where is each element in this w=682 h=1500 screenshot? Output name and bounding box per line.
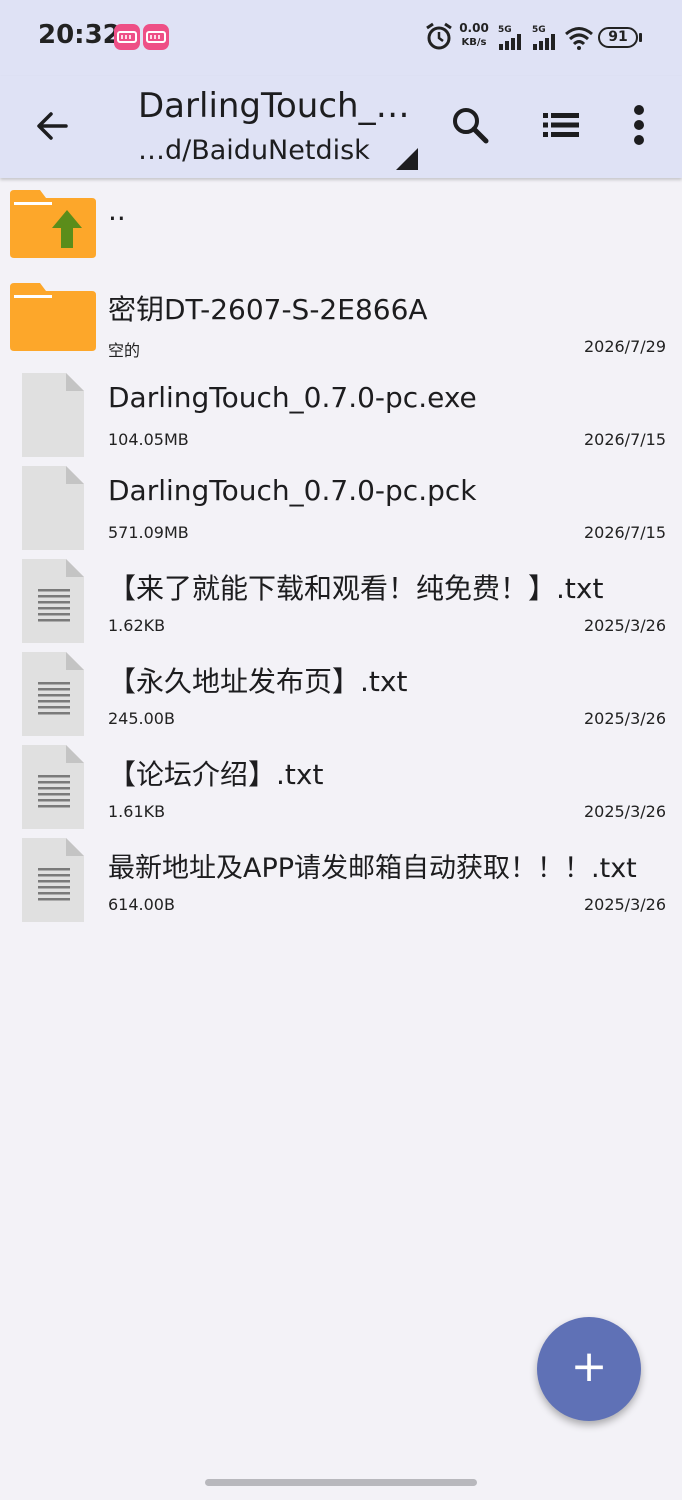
dropdown-triangle-icon[interactable] [396,148,418,174]
add-fab-button[interactable]: + [537,1317,641,1421]
toolbar-title[interactable]: DarlingTouch_… [138,86,410,126]
search-icon[interactable] [451,106,489,148]
status-time: 20:32 [38,20,121,50]
file-name: 最新地址及APP请发邮箱自动获取！！！.txt [108,853,637,884]
file-meta: 1.62KB [108,616,166,635]
battery-nub [639,33,642,42]
text-file-icon [22,838,84,926]
file-date: 2025/3/26 [583,709,666,728]
file-list: .. 密钥DT-2607-S-2E866A 空的 2026/7/29 Darli… [0,180,682,924]
list-item-file[interactable]: DarlingTouch_0.7.0-pc.pck 571.09MB 2026/… [0,459,682,552]
signal-icon [532,34,558,54]
file-name: 密钥DT-2607-S-2E866A [108,293,428,326]
signal-icon [498,34,524,54]
net-speed-unit: KB/s [461,37,487,48]
text-file-icon [22,652,84,740]
file-date: 2026/7/29 [583,337,666,356]
file-name: DarlingTouch_0.7.0-pc.exe [108,381,477,414]
file-name: .. [108,194,126,227]
file-date: 2025/3/26 [583,895,666,914]
net-speed: 0.00 KB/s [458,22,490,49]
list-item-parent-dir[interactable]: .. [0,180,682,273]
more-vert-icon[interactable] [632,104,646,150]
file-meta: 空的 [108,341,141,360]
text-file-icon [22,559,84,647]
folder-up-icon [10,190,96,262]
file-meta: 1.61KB [108,802,166,821]
list-view-icon[interactable] [543,113,579,141]
list-item-folder[interactable]: 密钥DT-2607-S-2E866A 空的 2026/7/29 [0,273,682,366]
list-item-text-file[interactable]: 【来了就能下载和观看！纯免费！】.txt 1.62KB 2025/3/26 [0,552,682,645]
file-meta: 571.09MB [108,523,189,542]
folder-icon [10,283,96,355]
wifi-icon [564,26,594,54]
file-date: 2025/3/26 [583,616,666,635]
alarm-icon [425,22,453,56]
file-name: 【来了就能下载和观看！纯免费！】.txt [108,572,604,605]
list-item-text-file[interactable]: 【永久地址发布页】.txt 245.00B 2025/3/26 [0,645,682,738]
app-notification-icon [143,24,169,50]
app-toolbar: DarlingTouch_… …d/BaiduNetdisk [0,76,682,178]
battery-icon: 91 [598,27,638,48]
file-date: 2026/7/15 [583,523,666,542]
status-bar: 20:32 0.00 KB/s 5G 5G 91 [0,0,682,76]
list-item-text-file[interactable]: 【论坛介绍】.txt 1.61KB 2025/3/26 [0,738,682,831]
file-meta: 614.00B [108,895,175,914]
toolbar-path[interactable]: …d/BaiduNetdisk [138,135,370,166]
app-notification-icon [114,24,140,50]
file-icon [22,373,84,461]
file-date: 2025/3/26 [583,802,666,821]
file-meta: 104.05MB [108,430,189,449]
file-icon [22,466,84,554]
back-arrow-icon[interactable] [34,108,70,148]
file-meta: 245.00B [108,709,175,728]
home-indicator[interactable] [205,1479,477,1486]
file-date: 2026/7/15 [583,430,666,449]
file-name: 【永久地址发布页】.txt [108,665,408,698]
text-file-icon [22,745,84,833]
net-speed-value: 0.00 [459,21,489,35]
file-name: 【论坛介绍】.txt [108,758,324,791]
plus-icon: + [570,1341,608,1392]
list-item-file[interactable]: DarlingTouch_0.7.0-pc.exe 104.05MB 2026/… [0,366,682,459]
file-name: DarlingTouch_0.7.0-pc.pck [108,474,477,507]
list-item-text-file[interactable]: 最新地址及APP请发邮箱自动获取！！！.txt 614.00B 2025/3/2… [0,831,682,924]
